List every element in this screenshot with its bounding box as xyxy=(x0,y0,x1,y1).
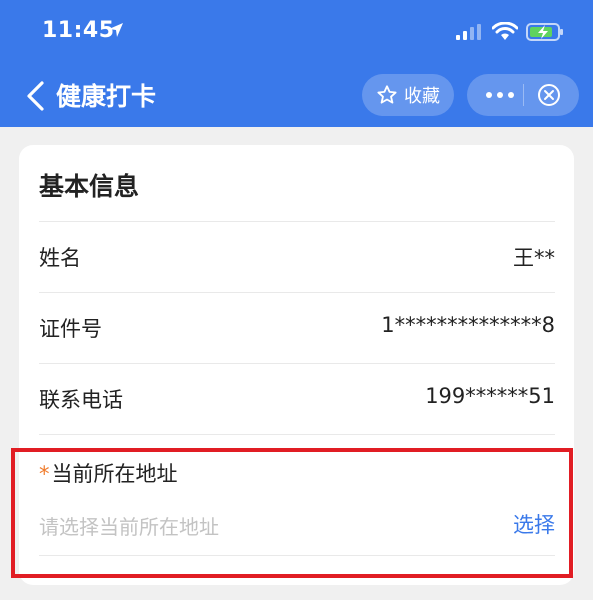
wifi-icon xyxy=(492,22,518,40)
card-title: 基本信息 xyxy=(39,172,140,201)
mini-program-capsule xyxy=(467,74,579,116)
id-number-value: 1**************8 xyxy=(381,313,555,337)
phone-value: 199******51 xyxy=(425,384,555,408)
star-icon xyxy=(377,85,397,104)
back-icon[interactable] xyxy=(24,80,48,112)
status-time: 11:45 xyxy=(42,18,115,43)
name-label: 姓名 xyxy=(39,246,81,270)
highlight-box xyxy=(11,448,573,578)
id-number-row: 证件号 1**************8 xyxy=(39,292,555,363)
name-value: 王** xyxy=(513,246,555,270)
location-arrow-icon xyxy=(109,23,123,37)
id-number-label: 证件号 xyxy=(39,317,102,341)
favorite-label: 收藏 xyxy=(404,86,440,107)
capsule-divider xyxy=(523,84,524,106)
phone-row: 联系电话 199******51 xyxy=(39,363,555,434)
favorite-button[interactable]: 收藏 xyxy=(362,74,454,116)
name-row: 姓名 王** xyxy=(39,221,555,292)
phone-label: 联系电话 xyxy=(39,388,123,412)
header: 11:45 健康打卡 收藏 xyxy=(0,0,593,127)
signal-icon xyxy=(456,24,481,40)
more-icon[interactable] xyxy=(483,84,517,106)
page-title: 健康打卡 xyxy=(56,82,157,111)
battery-charging-icon xyxy=(526,23,563,41)
close-circle-icon[interactable] xyxy=(537,83,561,107)
row-divider xyxy=(39,434,555,436)
